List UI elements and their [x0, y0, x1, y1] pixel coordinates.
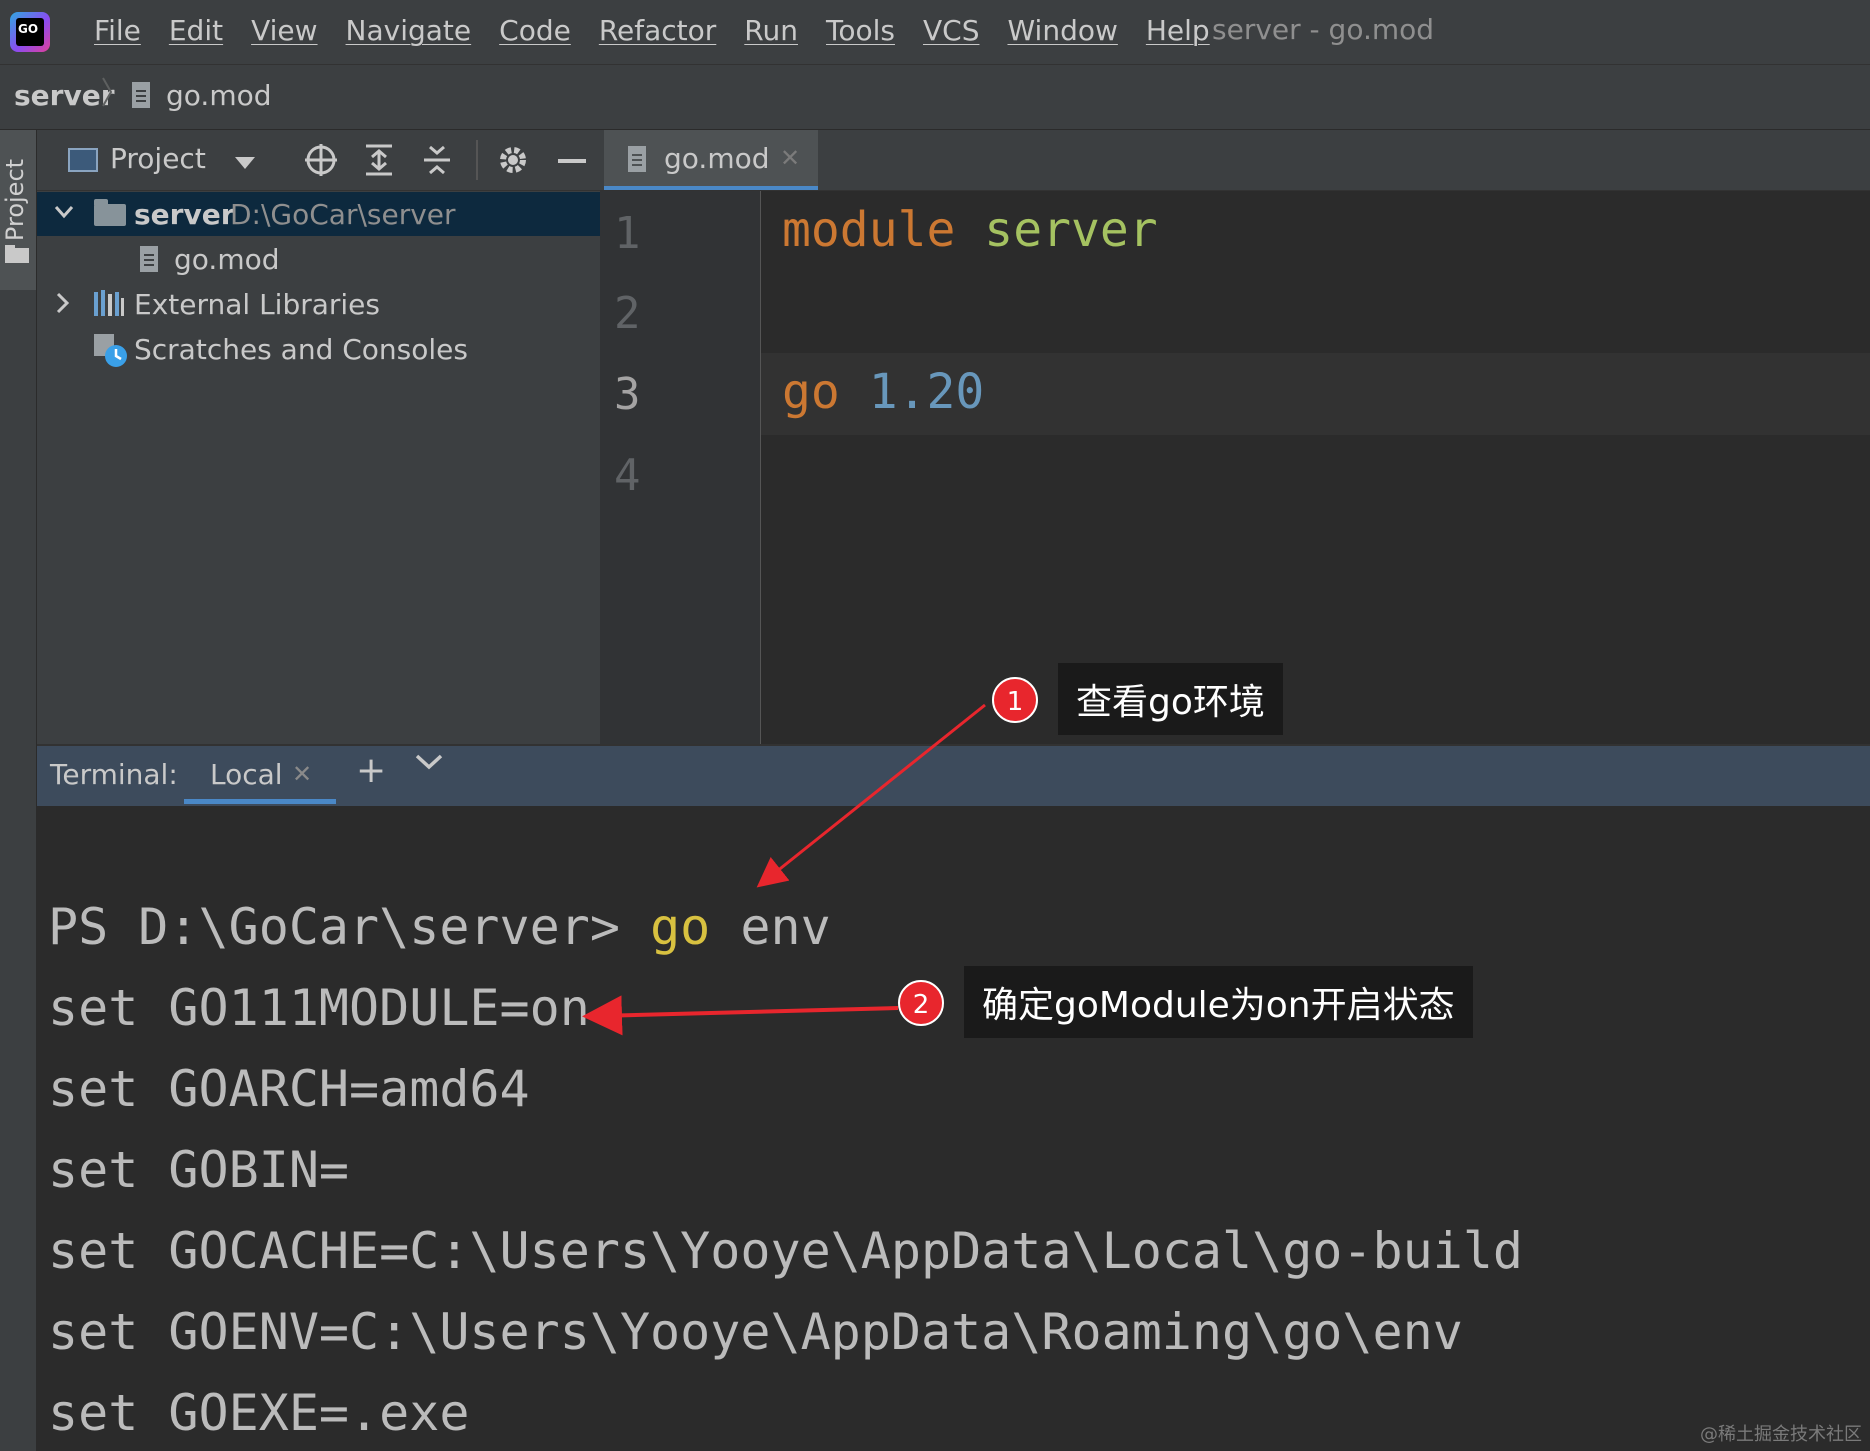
- code-line: go 1.20: [782, 364, 984, 420]
- chevron-right-icon[interactable]: [56, 292, 70, 314]
- scratches-icon: [94, 334, 127, 367]
- terminal-prompt: PS D:\GoCar\server>: [48, 898, 651, 956]
- close-icon[interactable]: ✕: [780, 144, 800, 172]
- terminal-line: set GOEXE=.exe: [48, 1384, 470, 1442]
- tree-item-server-path: D:\GoCar\server: [230, 198, 456, 231]
- libraries-icon: [94, 290, 124, 316]
- watermark: @稀土掘金技术社区: [1700, 1424, 1862, 1445]
- terminal-line: set GOENV=C:\Users\Yooye\AppData\Roaming…: [48, 1303, 1463, 1361]
- menu-tools[interactable]: Tools: [812, 10, 909, 51]
- menu-file[interactable]: File: [80, 10, 155, 51]
- logo-text: GO: [18, 22, 39, 36]
- code-line: module server: [782, 202, 1158, 258]
- menu-navigate[interactable]: Navigate: [332, 10, 486, 51]
- goland-logo-icon: GO: [10, 12, 50, 52]
- line-number: 1: [614, 208, 641, 259]
- toolbar-divider: [476, 140, 478, 180]
- terminal-line: set GOCACHE=C:\Users\Yooye\AppData\Local…: [48, 1222, 1524, 1280]
- menu-refactor[interactable]: Refactor: [585, 10, 730, 51]
- menu-vcs[interactable]: VCS: [909, 10, 993, 51]
- code-keyword: go: [782, 364, 840, 420]
- chevron-down-icon[interactable]: [414, 752, 444, 772]
- code-module-name: server: [984, 202, 1158, 258]
- breadcrumb: server: [0, 65, 1870, 130]
- terminal-line: set GOARCH=amd64: [48, 1060, 530, 1118]
- chevron-down-icon[interactable]: [54, 205, 74, 219]
- window-title: server - go.mod: [1212, 13, 1435, 46]
- tree-item-scratches-and-consoles[interactable]: Scratches and Consoles: [134, 333, 468, 366]
- project-view-selector[interactable]: Project: [110, 142, 206, 175]
- expand-all-icon[interactable]: [364, 143, 394, 177]
- code-version: 1.20: [868, 364, 985, 420]
- collapse-all-icon[interactable]: [422, 143, 452, 177]
- annotation-badge-1: 1: [992, 677, 1038, 723]
- terminal-line: set GO111MODULE=on: [48, 979, 590, 1037]
- line-number: 2: [614, 288, 641, 339]
- breadcrumb-separator-icon: [102, 77, 113, 107]
- annotation-note-2: 确定goModule为on开启状态: [964, 966, 1473, 1038]
- folder-icon: [94, 199, 126, 226]
- left-tool-strip: [0, 130, 37, 1451]
- terminal-prompt-line: PS D:\GoCar\server> go env: [48, 898, 831, 956]
- terminal-label: Terminal:: [50, 758, 178, 791]
- tree-item-gomod[interactable]: go.mod: [174, 243, 280, 276]
- file-icon: [140, 246, 158, 272]
- tree-item-external-libraries[interactable]: External Libraries: [134, 288, 380, 321]
- chevron-down-icon[interactable]: [234, 156, 256, 170]
- close-icon[interactable]: ✕: [292, 760, 312, 788]
- file-icon: [132, 82, 150, 108]
- gear-icon[interactable]: [496, 143, 530, 177]
- line-number: 4: [614, 450, 641, 501]
- project-view-icon: [68, 148, 98, 172]
- terminal-line: set GOBIN=: [48, 1141, 350, 1199]
- menu-window[interactable]: Window: [993, 10, 1131, 51]
- menu-code[interactable]: Code: [485, 10, 585, 51]
- menu-edit[interactable]: Edit: [155, 10, 237, 51]
- main-menu: File Edit View Navigate Code Refactor Ru…: [80, 10, 1224, 51]
- menu-view[interactable]: View: [237, 10, 331, 51]
- line-number: 3: [614, 369, 641, 420]
- project-tool-window-label: Project: [1, 158, 29, 242]
- tree-item-server[interactable]: server: [134, 198, 235, 231]
- add-icon[interactable]: +: [356, 750, 386, 791]
- menu-help[interactable]: Help: [1132, 10, 1224, 51]
- breadcrumb-file[interactable]: go.mod: [166, 79, 272, 112]
- terminal-command-args: env: [710, 898, 831, 956]
- folder-icon: [5, 245, 29, 263]
- menu-run[interactable]: Run: [730, 10, 812, 51]
- terminal-tab-label: Local: [210, 758, 283, 791]
- editor-tab-label: go.mod: [664, 142, 770, 175]
- hide-panel-icon[interactable]: [558, 159, 586, 163]
- terminal-command-go: go: [650, 898, 711, 956]
- file-icon: [628, 146, 646, 172]
- code-keyword: module: [782, 202, 956, 258]
- locate-icon[interactable]: [304, 143, 338, 177]
- code-editor[interactable]: [761, 191, 1870, 744]
- annotation-badge-2: 2: [898, 980, 944, 1026]
- annotation-note-1: 查看go环境: [1058, 663, 1283, 735]
